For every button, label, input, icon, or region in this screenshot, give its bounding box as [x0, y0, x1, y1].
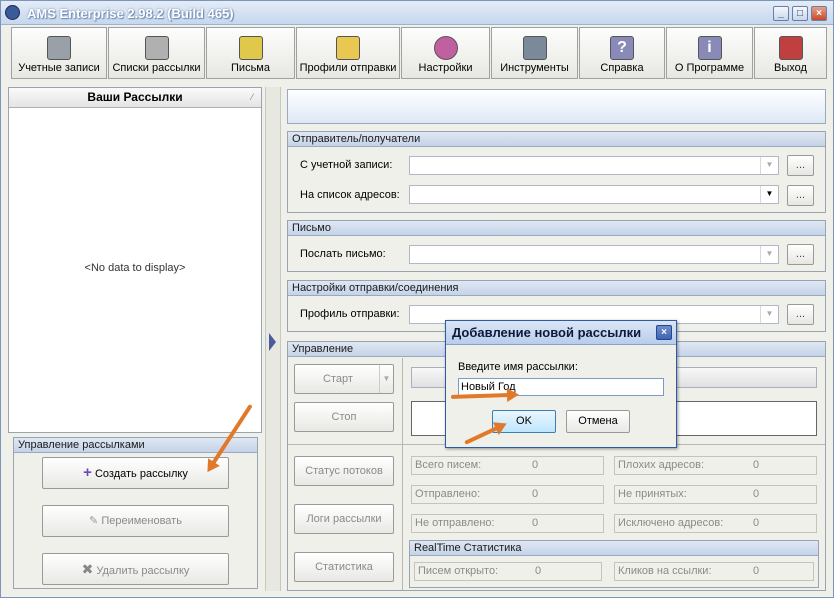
- add-mailing-dialog: Добавление новой рассылки × Введите имя …: [445, 320, 677, 448]
- mailing-name-prompt: Введите имя рассылки:: [458, 361, 578, 373]
- dialog-cancel-button[interactable]: Отмена: [566, 410, 630, 433]
- toolbar-settings-button[interactable]: Настройки: [401, 27, 490, 79]
- delete-x-icon: ✖: [81, 561, 94, 577]
- toolbar-help-button[interactable]: ? Справка: [579, 27, 665, 79]
- toolbar-accounts-button[interactable]: Учетные записи: [11, 27, 107, 79]
- app-icon: [5, 5, 20, 20]
- stat-total-letters: Всего писем: 0: [411, 456, 604, 475]
- letter-title: Письмо: [288, 221, 825, 236]
- about-icon: i: [697, 36, 722, 60]
- thread-status-button[interactable]: Статус потоков: [294, 456, 394, 486]
- connection-settings-title: Настройки отправки/соединения: [288, 281, 825, 296]
- tools-icon: [522, 36, 547, 60]
- sender-recipients-group: Отправитель/получатели С учетной записи:…: [287, 131, 826, 213]
- stop-button[interactable]: Стоп: [294, 402, 394, 432]
- send-profile-browse-button[interactable]: ...: [787, 304, 814, 325]
- rename-mailing-button[interactable]: ✎ Переименовать: [42, 505, 229, 537]
- to-list-browse-button[interactable]: ...: [787, 185, 814, 206]
- mailings-list-header[interactable]: Ваши Рассылки ⁄: [9, 88, 261, 108]
- stat-bad-addresses: Плохих адресов: 0: [614, 456, 817, 475]
- mailing-management-group: Управление рассылками + Создать рассылку…: [13, 437, 258, 589]
- toolbar-exit-button[interactable]: Выход: [754, 27, 827, 79]
- collapse-arrow-icon[interactable]: [269, 333, 276, 351]
- panel-splitter[interactable]: [265, 87, 281, 591]
- chevron-down-icon: ▼: [760, 306, 778, 323]
- send-letter-browse-button[interactable]: ...: [787, 244, 814, 265]
- maximize-button[interactable]: □: [792, 6, 808, 21]
- help-icon: ?: [610, 36, 634, 60]
- mailing-logs-button[interactable]: Логи рассылки: [294, 504, 394, 534]
- close-window-button[interactable]: ×: [811, 6, 827, 21]
- settings-icon: [433, 36, 458, 60]
- mailing-lists-icon: [144, 36, 169, 60]
- toolbar-tools-button[interactable]: Инструменты: [491, 27, 578, 79]
- from-account-combo[interactable]: ▼: [409, 156, 779, 175]
- accounts-icon: [47, 36, 71, 60]
- to-list-label: На список адресов:: [300, 189, 400, 201]
- chevron-down-icon: ▼: [760, 246, 778, 263]
- stat-not-accepted: Не принятых: 0: [614, 485, 817, 504]
- plus-icon: +: [83, 464, 92, 481]
- realtime-stats-group: RealTime Статистика Писем открыто: 0 Клик…: [409, 540, 819, 588]
- dialog-title-bar: Добавление новой рассылки ×: [446, 321, 676, 345]
- stat-excluded-addresses: Исключено адресов: 0: [614, 514, 817, 533]
- main-toolbar: Учетные записи Списки рассылки Письма Пр…: [11, 27, 827, 79]
- delete-mailing-button[interactable]: ✖ Удалить рассылку: [42, 553, 229, 585]
- main-window: AMS Enterprise 2.98.2 (Build 465) _ □ × …: [0, 0, 834, 598]
- sender-recipients-title: Отправитель/получатели: [288, 132, 825, 147]
- toolbar-letters-button[interactable]: Письма: [206, 27, 295, 79]
- empty-list-message: <No data to display>: [84, 262, 186, 274]
- title-bar: AMS Enterprise 2.98.2 (Build 465) _ □ ×: [1, 1, 833, 25]
- chevron-down-icon: ▼: [760, 157, 778, 174]
- from-account-browse-button[interactable]: ...: [787, 155, 814, 176]
- send-profile-icon: [336, 36, 360, 60]
- from-account-label: С учетной записи:: [300, 159, 393, 171]
- stat-sent: Отправлено: 0: [411, 485, 604, 504]
- toolbar-send-profiles-button[interactable]: Профили отправки: [296, 27, 400, 79]
- edit-icon: ✎: [89, 515, 99, 527]
- letter-group: Письмо Послать письмо: ▼ ...: [287, 220, 826, 272]
- start-button[interactable]: Старт ▼: [294, 364, 394, 394]
- stat-not-sent: Не отправлено: 0: [411, 514, 604, 533]
- dialog-close-icon[interactable]: ×: [656, 325, 672, 340]
- mailings-list-panel: Ваши Рассылки ⁄ <No data to display>: [8, 87, 262, 433]
- toolbar-about-button[interactable]: i О Программе: [666, 27, 753, 79]
- create-mailing-button[interactable]: + Создать рассылку: [42, 457, 229, 489]
- chevron-down-icon: ▼: [760, 186, 778, 203]
- statistics-button[interactable]: Статистика: [294, 552, 394, 582]
- send-letter-label: Послать письмо:: [300, 248, 386, 260]
- dialog-title: Добавление новой рассылки: [452, 325, 642, 340]
- letters-icon: [238, 36, 263, 60]
- stat-letters-opened: Писем открыто: 0: [414, 562, 602, 581]
- send-letter-combo[interactable]: ▼: [409, 245, 779, 264]
- stat-link-clicks: Кликов на ссылки: 0: [614, 562, 814, 581]
- window-title: AMS Enterprise 2.98.2 (Build 465): [27, 6, 234, 21]
- sort-indicator-icon: ⁄: [251, 92, 253, 102]
- control-divider: [402, 358, 403, 590]
- exit-icon: [778, 36, 803, 60]
- to-list-combo[interactable]: ▼: [409, 185, 779, 204]
- realtime-stats-title: RealTime Статистика: [410, 541, 818, 556]
- send-profile-label: Профиль отправки:: [300, 308, 400, 320]
- start-options-chevron-icon[interactable]: ▼: [379, 365, 393, 393]
- minimize-button[interactable]: _: [773, 6, 789, 21]
- toolbar-mailing-lists-button[interactable]: Списки рассылки: [108, 27, 205, 79]
- info-banner: [287, 89, 826, 124]
